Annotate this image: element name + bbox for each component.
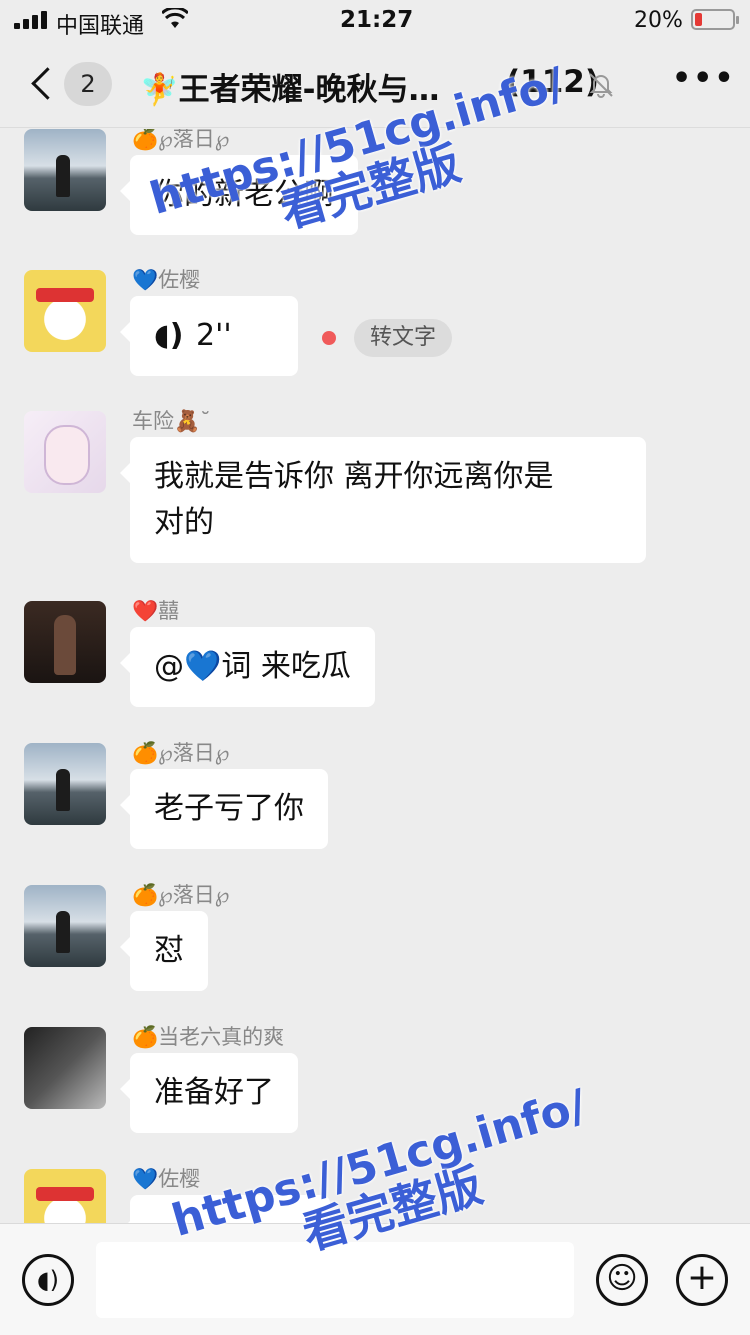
sender-name: 车险🧸˘ [132,409,211,433]
signal-icon [14,11,48,29]
emoji-icon[interactable]: ☺ [596,1254,648,1306]
back-icon[interactable] [28,62,58,106]
status-bar: 中国联通 21:27 20% [0,0,750,42]
voice-input-icon[interactable]: ◖) [22,1254,74,1306]
sender-name: 🍊℘落日℘ [132,129,230,151]
avatar[interactable] [24,411,106,493]
avatar[interactable] [24,270,106,352]
message-bubble[interactable]: @💙词 来吃瓜 [120,627,375,707]
chat-title[interactable]: 🧚王者荣耀-晚秋与… [140,64,439,109]
message-bubble[interactable]: 我就是告诉你 离开你远离你是 对的 [120,437,646,563]
avatar[interactable] [24,1169,106,1223]
sender-name: ❤️囍 [132,599,180,623]
wifi-icon [160,6,190,36]
message-bubble[interactable]: 你的新老公啊 [120,155,358,235]
avatar[interactable] [24,885,106,967]
message-list[interactable]: 🍊℘落日℘ 你的新老公啊 💙佐樱 ◖) 2'' 转文字 车险🧸˘ 我就是告诉你 离… [0,129,750,1223]
message-input[interactable] [96,1242,574,1318]
voice-wave-icon: ◖) [154,318,184,353]
sender-name: 💙佐樱 [132,268,201,292]
message-bubble[interactable]: 怼 [120,911,208,991]
sender-name: 🍊℘落日℘ [132,883,230,907]
carrier-label: 中国联通 [56,14,145,39]
avatar[interactable] [24,743,106,825]
clock: 21:27 [340,7,414,33]
unread-badge[interactable]: 2 [64,62,112,106]
message-bubble[interactable]: 老子亏了你 [120,769,328,849]
avatar[interactable] [24,129,106,211]
message-bubble[interactable] [120,1195,330,1223]
voice-duration: 2'' [196,318,232,353]
avatar[interactable] [24,601,106,683]
sender-name: 💙佐樱 [132,1167,201,1191]
message-line: 对的 [154,505,214,540]
mute-bell-icon [586,70,616,100]
chat-header: 2 🧚王者荣耀-晚秋与… (112) ••• [0,42,750,128]
message-bubble[interactable]: 准备好了 [120,1053,298,1133]
battery-percent: 20% [634,8,683,33]
sender-name: 🍊当老六真的爽 [132,1025,285,1049]
message-line: 我就是告诉你 离开你远离你是 [154,459,554,494]
input-bar: ◖) ☺ + [0,1223,750,1335]
to-text-button[interactable]: 转文字 [354,319,453,357]
more-options-icon[interactable]: ••• [672,64,734,96]
unread-dot [322,331,336,345]
avatar[interactable] [24,1027,106,1109]
sender-name: 🍊℘落日℘ [132,741,230,765]
battery-icon [691,9,739,30]
voice-message-bubble[interactable]: ◖) 2'' [120,296,298,376]
plus-icon[interactable]: + [676,1254,728,1306]
